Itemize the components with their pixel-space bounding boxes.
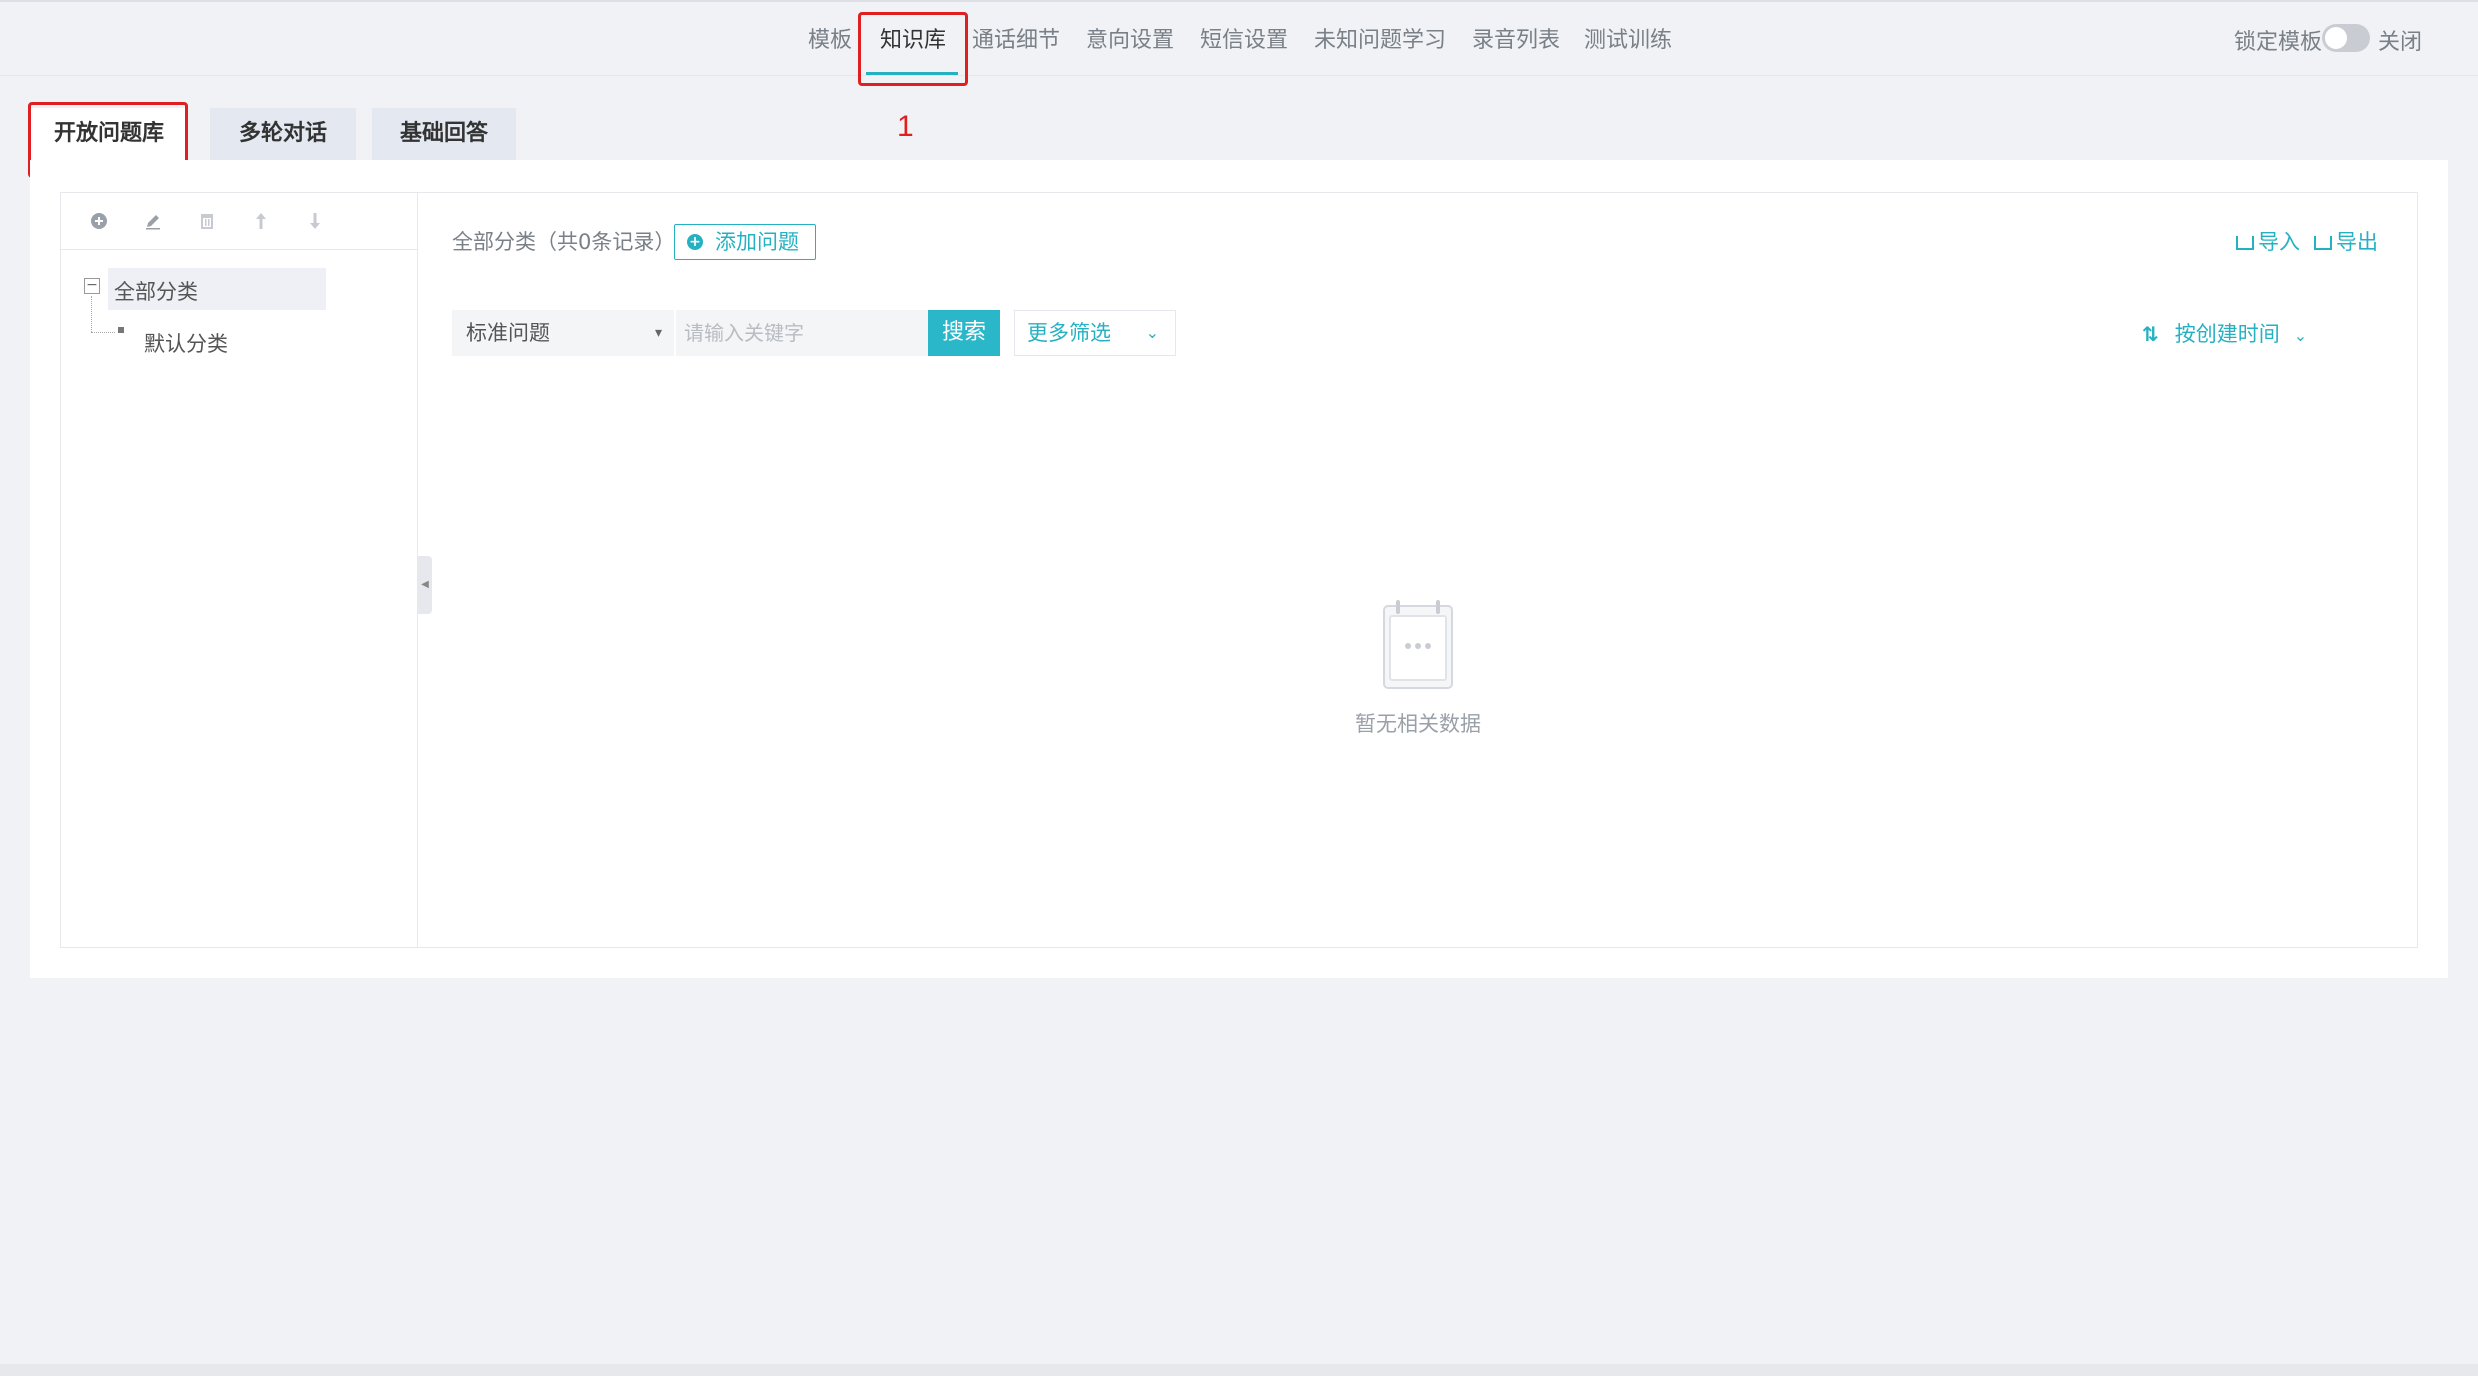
- question-type-value: 标准问题: [466, 321, 550, 345]
- sidebar-collapse-handle[interactable]: ◀: [418, 556, 432, 614]
- tree-root-label[interactable]: 全部分类: [114, 276, 198, 306]
- empty-calendar-icon: [1382, 598, 1454, 690]
- more-filter-dropdown[interactable]: 更多筛选 ⌄: [1014, 310, 1176, 356]
- tree-collapse-toggle[interactable]: −: [84, 278, 100, 294]
- more-filter-label: 更多筛选: [1027, 321, 1111, 345]
- tree-connector: [91, 296, 92, 332]
- sort-by-created-time[interactable]: ⇅ 按创建时间 ⌄: [2142, 318, 2307, 348]
- add-question-button[interactable]: + 添加问题: [674, 224, 816, 260]
- nav-item-template[interactable]: 模板: [808, 26, 852, 56]
- export-icon: [2314, 236, 2332, 250]
- add-question-label: 添加问题: [715, 230, 799, 254]
- page: 模板 知识库 通话细节 意向设置 短信设置 未知问题学习 录音列表 测试训练 锁…: [0, 0, 2478, 1376]
- category-sidebar: − 全部分类 默认分类: [60, 192, 418, 948]
- edit-icon[interactable]: [142, 210, 164, 232]
- lock-template-label: 锁定模板: [2234, 30, 2323, 55]
- bottom-border: [0, 1364, 2478, 1376]
- import-label: 导入: [2258, 230, 2300, 254]
- export-label: 导出: [2336, 230, 2378, 254]
- delete-icon[interactable]: [196, 210, 218, 232]
- tab-basic-answers[interactable]: 基础回答: [372, 108, 516, 160]
- chevron-down-icon: ⌄: [2293, 326, 2308, 345]
- move-up-icon[interactable]: [250, 210, 272, 232]
- move-down-icon[interactable]: [304, 210, 326, 232]
- nav-item-unknown-question-learning[interactable]: 未知问题学习: [1314, 26, 1446, 56]
- import-link[interactable]: 导入: [2236, 226, 2300, 256]
- nav-item-call-details[interactable]: 通话细节: [972, 26, 1060, 56]
- chevron-down-icon: ⌄: [1145, 323, 1159, 342]
- keyword-search-input[interactable]: [676, 310, 928, 356]
- export-link[interactable]: 导出: [2314, 226, 2378, 256]
- category-toolbar: [60, 192, 417, 250]
- nav-item-sms-settings[interactable]: 短信设置: [1200, 26, 1288, 56]
- nav-item-knowledge-base[interactable]: 知识库: [880, 26, 946, 56]
- lock-toggle-state: 关闭: [2378, 30, 2423, 55]
- lock-template-toggle[interactable]: [2322, 24, 2370, 52]
- nav-item-test-training[interactable]: 测试训练: [1584, 26, 1672, 56]
- annotation-number-1: 1: [897, 110, 914, 143]
- record-summary: 全部分类（共0条记录）: [452, 230, 676, 254]
- tab-multi-turn-dialog[interactable]: 多轮对话: [210, 108, 356, 160]
- tree-leaf-icon: [118, 327, 124, 333]
- active-tab-underline: [866, 72, 958, 75]
- chevron-down-icon: ▾: [654, 325, 662, 341]
- tree-node-default-category[interactable]: 默认分类: [144, 328, 228, 358]
- plus-icon: +: [687, 234, 703, 250]
- nav-item-intent-settings[interactable]: 意向设置: [1086, 26, 1174, 56]
- toggle-knob: [2325, 27, 2347, 49]
- sort-icon: ⇅: [2142, 322, 2159, 346]
- sort-label: 按创建时间: [2174, 322, 2280, 346]
- question-type-select[interactable]: 标准问题 ▾: [452, 310, 674, 356]
- top-nav: 模板 知识库 通话细节 意向设置 短信设置 未知问题学习 录音列表 测试训练 锁…: [0, 0, 2478, 76]
- tab-open-question-bank[interactable]: 开放问题库: [30, 108, 188, 160]
- import-icon: [2236, 236, 2254, 250]
- add-category-icon[interactable]: [88, 210, 110, 232]
- tree-connector-h: [91, 332, 115, 333]
- empty-state-text: 暂无相关数据: [1355, 712, 1481, 736]
- search-button[interactable]: 搜索: [928, 310, 1000, 356]
- nav-item-recording-list[interactable]: 录音列表: [1472, 26, 1560, 56]
